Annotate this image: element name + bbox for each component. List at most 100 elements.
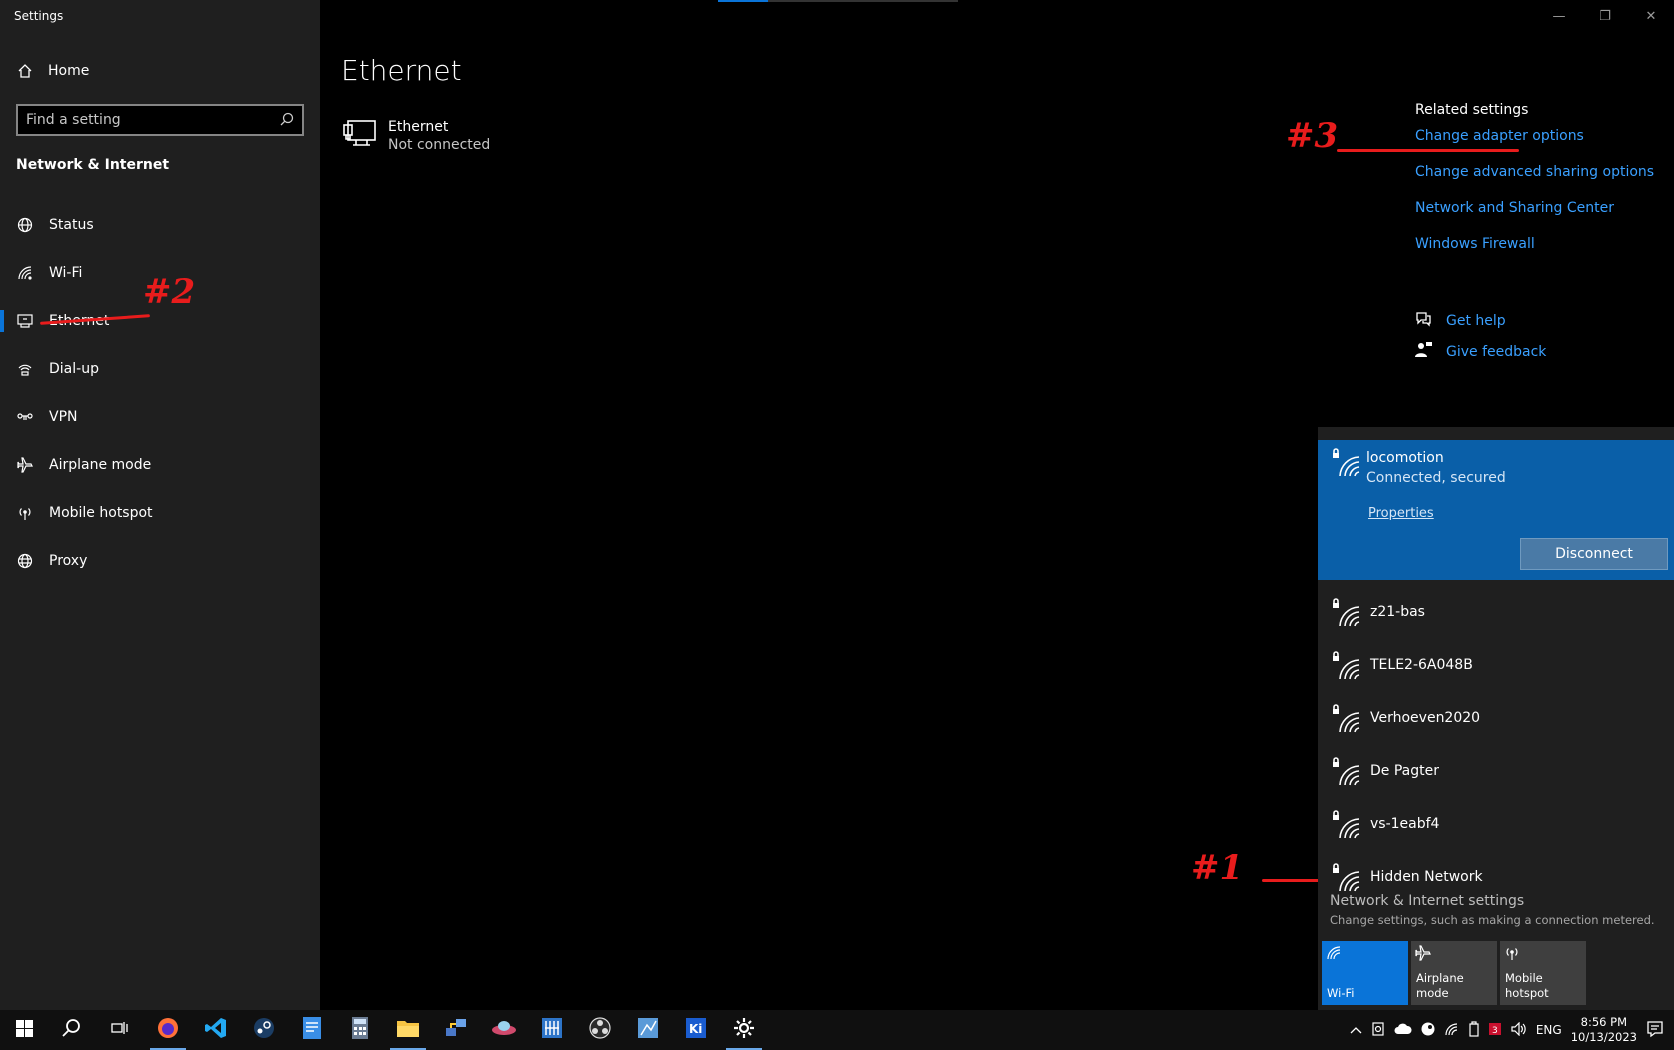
change-adapter-options-link[interactable]: Change adapter options: [1415, 128, 1654, 144]
taskbar-vscode[interactable]: [192, 1010, 240, 1050]
taskbar-obs[interactable]: [576, 1010, 624, 1050]
volume-icon[interactable]: [1511, 1021, 1527, 1039]
section-title: Network & Internet: [16, 157, 170, 173]
globe-icon: [16, 217, 33, 234]
feedback-person-icon: [1415, 341, 1432, 362]
wifi-toggle[interactable]: Wi-Fi: [1322, 941, 1408, 1005]
calculator-icon: [351, 1016, 369, 1044]
action-center-icon[interactable]: [1646, 1020, 1664, 1041]
sidebar-item-vpn[interactable]: VPN: [0, 393, 320, 441]
airplane-mode-toggle[interactable]: Airplane mode: [1411, 941, 1497, 1005]
wifi-secured-icon: [1332, 598, 1360, 627]
taskbar-notepad[interactable]: [288, 1010, 336, 1050]
connected-network-status: Connected, secured: [1366, 470, 1506, 486]
network-sharing-center-link[interactable]: Network and Sharing Center: [1415, 200, 1654, 216]
firefox-icon: [156, 1016, 180, 1044]
language-indicator[interactable]: ENG: [1536, 1023, 1562, 1037]
sidebar: Settings Home Network & Internet Status …: [0, 0, 320, 1010]
nav-home[interactable]: Home: [16, 62, 89, 79]
sidebar-item-proxy[interactable]: Proxy: [0, 537, 320, 585]
wifi-network-item[interactable]: De Pagter: [1318, 744, 1674, 798]
minimize-button[interactable]: —: [1536, 0, 1582, 32]
related-settings-title: Related settings: [1415, 102, 1529, 118]
help-chat-icon: [1415, 311, 1432, 331]
chart-app-icon: [637, 1017, 659, 1043]
network-internet-settings-link[interactable]: Network & Internet settings: [1330, 893, 1524, 909]
cloud-icon[interactable]: [1394, 1023, 1412, 1038]
taskbar-steam[interactable]: [240, 1010, 288, 1050]
device-icon[interactable]: [1371, 1021, 1385, 1039]
ethernet-adapter-card[interactable]: Ethernet Not connected: [343, 119, 490, 155]
wifi-icon: [16, 265, 33, 282]
search-icon[interactable]: [280, 111, 294, 130]
get-help-label: Get help: [1446, 313, 1506, 329]
notification-badge-icon[interactable]: 3: [1488, 1022, 1502, 1039]
sidebar-item-airplane-mode[interactable]: Airplane mode: [0, 441, 320, 489]
sidebar-item-label: Dial-up: [49, 361, 99, 377]
properties-link[interactable]: Properties: [1368, 506, 1434, 521]
close-button[interactable]: ✕: [1628, 0, 1674, 32]
search-box[interactable]: [16, 104, 304, 136]
taskbar-app-chart[interactable]: [624, 1010, 672, 1050]
wifi-network-name: vs-1eabf4: [1370, 816, 1440, 832]
sidebar-item-status[interactable]: Status: [0, 201, 320, 249]
disconnect-button[interactable]: Disconnect: [1520, 538, 1668, 570]
adapter-name: Ethernet: [388, 119, 449, 135]
clock-date: 10/13/2023: [1570, 1030, 1637, 1044]
task-view-button[interactable]: [96, 1010, 144, 1050]
mobile-hotspot-toggle[interactable]: Mobile hotspot: [1500, 941, 1586, 1005]
wifi-network-item[interactable]: vs-1eabf4: [1318, 797, 1674, 851]
steam-icon: [252, 1016, 276, 1044]
steam-tray-icon[interactable]: [1421, 1022, 1435, 1039]
annotation-three-underline: [1337, 149, 1519, 152]
connected-network[interactable]: locomotion Connected, secured Properties…: [1318, 440, 1674, 580]
search-input[interactable]: [26, 112, 266, 128]
sidebar-item-label: Wi-Fi: [49, 265, 83, 281]
taskbar-file-explorer[interactable]: [384, 1010, 432, 1050]
windows-firewall-link[interactable]: Windows Firewall: [1415, 236, 1654, 252]
search-taskbar-button[interactable]: [48, 1010, 96, 1050]
dialup-icon: [16, 361, 33, 378]
annotation-one: #1: [1191, 848, 1244, 888]
wifi-network-item[interactable]: Verhoeven2020: [1318, 691, 1674, 745]
sidebar-item-label: Airplane mode: [49, 457, 152, 473]
svg-text:Ki: Ki: [689, 1022, 702, 1036]
change-advanced-sharing-link[interactable]: Change advanced sharing options: [1415, 164, 1654, 180]
wifi-secured-icon: [1332, 810, 1360, 839]
search-icon: [62, 1018, 82, 1042]
sidebar-item-mobile-hotspot[interactable]: Mobile hotspot: [0, 489, 320, 537]
sidebar-item-label: Proxy: [49, 553, 88, 569]
start-button[interactable]: [0, 1010, 48, 1050]
taskbar-app-grid[interactable]: [528, 1010, 576, 1050]
restore-button[interactable]: ❐: [1582, 0, 1628, 32]
proxy-icon: [16, 553, 33, 570]
taskbar-network-tool[interactable]: [432, 1010, 480, 1050]
wifi-tray-icon[interactable]: [1444, 1022, 1460, 1039]
vpn-icon: [16, 409, 33, 426]
clock[interactable]: 8:56 PM 10/13/2023: [1571, 1015, 1637, 1045]
hotspot-icon: [1504, 948, 1520, 964]
taskbar-calculator[interactable]: [336, 1010, 384, 1050]
chevron-up-icon[interactable]: [1350, 1023, 1362, 1037]
taskbar-settings[interactable]: [720, 1010, 768, 1050]
taskbar-app-ufo[interactable]: [480, 1010, 528, 1050]
document-icon: [302, 1016, 322, 1044]
battery-icon[interactable]: [1469, 1020, 1479, 1040]
get-help-link[interactable]: Get help: [1415, 311, 1506, 331]
wifi-network-name: z21-bas: [1370, 604, 1425, 620]
wifi-icon: [1326, 946, 1342, 964]
wifi-network-item[interactable]: z21-bas: [1318, 585, 1674, 639]
kicad-icon: Ki: [685, 1017, 707, 1043]
taskbar-firefox[interactable]: [144, 1010, 192, 1050]
adapter-status: Not connected: [388, 137, 491, 153]
obs-icon: [589, 1017, 611, 1043]
wifi-network-item[interactable]: TELE2-6A048B: [1318, 638, 1674, 692]
svg-text:3: 3: [1492, 1026, 1498, 1036]
wifi-flyout: locomotion Connected, secured Properties…: [1318, 427, 1674, 1010]
sidebar-item-dialup[interactable]: Dial-up: [0, 345, 320, 393]
wifi-network-name: TELE2-6A048B: [1370, 657, 1473, 673]
give-feedback-link[interactable]: Give feedback: [1415, 341, 1546, 362]
sidebar-item-label: Mobile hotspot: [49, 505, 153, 521]
taskbar-kicad[interactable]: Ki: [672, 1010, 720, 1050]
network-tool-icon: [444, 1016, 468, 1044]
